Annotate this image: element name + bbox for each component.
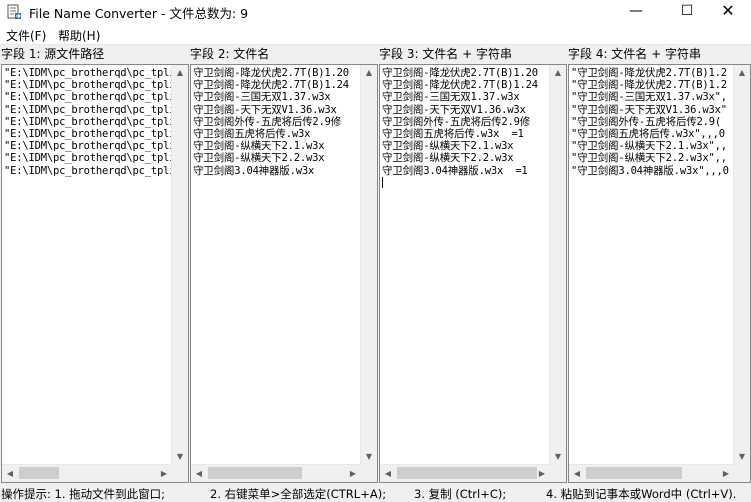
arrow-up-icon[interactable]: ▲ bbox=[550, 65, 566, 81]
menu-file[interactable]: 文件(F) bbox=[6, 27, 46, 44]
text-area[interactable]: 守卫剑阁-降龙伏虎2.7T(B)1.20 守卫剑阁-降龙伏虎2.7T(B)1.2… bbox=[382, 67, 550, 464]
text-area[interactable]: "E:\IDM\pc_brotherqd\pc_tpli "E:\IDM\pc_… bbox=[4, 67, 172, 464]
text-line: "E:\IDM\pc_brotherqd\pc_tpli bbox=[4, 164, 172, 177]
pane-source-path[interactable]: "E:\IDM\pc_brotherqd\pc_tpli "E:\IDM\pc_… bbox=[1, 64, 189, 483]
arrow-left-icon[interactable]: ◀ bbox=[380, 465, 396, 482]
text-line: 守卫剑阁-纵横天下2.2.w3x bbox=[193, 152, 325, 165]
scroll-thumb[interactable] bbox=[586, 467, 682, 479]
vertical-scrollbar[interactable]: ▲ ▼ bbox=[360, 65, 377, 465]
status-hint-3: 3. 复制 (Ctrl+C); bbox=[414, 487, 507, 501]
text-line: 守卫剑阁-纵横天下2.2.w3x bbox=[382, 152, 514, 165]
scroll-corner bbox=[361, 465, 377, 482]
text-line: 守卫剑阁-降龙伏虎2.7T(B)1.24 bbox=[382, 79, 538, 92]
scroll-thumb[interactable] bbox=[397, 467, 537, 479]
arrow-right-icon[interactable]: ▶ bbox=[156, 465, 172, 482]
text-line: "守卫剑阁-纵横天下2.2.w3x",, bbox=[571, 152, 727, 165]
column-header-1: 字段 1: 源文件路径 bbox=[1, 47, 105, 61]
arrow-up-icon[interactable]: ▲ bbox=[361, 65, 377, 81]
menu-help[interactable]: 帮助(H) bbox=[58, 27, 100, 44]
text-line: 守卫剑阁-三国无双1.37.w3x bbox=[382, 91, 520, 104]
pane-file-name-with-string[interactable]: 守卫剑阁-降龙伏虎2.7T(B)1.20 守卫剑阁-降龙伏虎2.7T(B)1.2… bbox=[379, 64, 567, 483]
arrow-down-icon[interactable]: ▼ bbox=[361, 449, 377, 465]
text-line: "守卫剑阁-纵横天下2.1.w3x",, bbox=[571, 140, 727, 153]
scroll-thumb[interactable] bbox=[208, 467, 302, 479]
text-line: "E:\IDM\pc_brotherqd\pc_tpli bbox=[4, 152, 172, 165]
text-line: 守卫剑阁3.04神器版.w3x bbox=[193, 164, 315, 177]
text-line: "E:\IDM\pc_brotherqd\pc_tpli bbox=[4, 128, 172, 141]
text-line: 守卫剑阁-降龙伏虎2.7T(B)1.20 bbox=[382, 67, 538, 79]
text-line: "E:\IDM\pc_brotherqd\pc_tpli bbox=[4, 115, 172, 128]
text-line: "守卫剑阁-三国无双1.37.w3x", bbox=[571, 91, 727, 104]
scroll-corner bbox=[550, 465, 566, 482]
maximize-button[interactable]: ☐ bbox=[664, 0, 710, 24]
vertical-scrollbar[interactable]: ▲ ▼ bbox=[549, 65, 566, 465]
text-line: 守卫剑阁-降龙伏虎2.7T(B)1.20 bbox=[193, 67, 349, 79]
window-title: File Name Converter - 文件总数为: 9 bbox=[29, 6, 249, 21]
scroll-thumb[interactable] bbox=[19, 467, 59, 479]
text-line: 守卫剑阁五虎将后传.w3x =1 bbox=[382, 128, 524, 141]
scroll-corner bbox=[734, 465, 750, 482]
text-line: 守卫剑阁-天下无双V1.36.w3x bbox=[193, 103, 337, 116]
text-line: "E:\IDM\pc_brotherqd\pc_tpli bbox=[4, 140, 172, 153]
arrow-up-icon[interactable]: ▲ bbox=[172, 65, 188, 81]
status-bar: 操作提示: 1. 拖动文件到此窗口; 2. 右键菜单>全部选定(CTRL+A);… bbox=[0, 485, 751, 501]
text-line: 守卫剑阁-三国无双1.37.w3x bbox=[193, 91, 331, 104]
title-bar: File Name Converter - 文件总数为: 9 — ☐ ✕ bbox=[0, 0, 751, 24]
text-line: 守卫剑阁-降龙伏虎2.7T(B)1.24 bbox=[193, 79, 349, 92]
text-line: 守卫剑阁-纵横天下2.1.w3x bbox=[382, 140, 514, 153]
text-line: "守卫剑阁3.04神器版.w3x",,,0 bbox=[571, 164, 729, 177]
text-line: "守卫剑阁外传-五虎将后传2.9( bbox=[571, 115, 722, 128]
text-line: "E:\IDM\pc_brotherqd\pc_tpli bbox=[4, 79, 172, 92]
pane-formatted-output[interactable]: "守卫剑阁-降龙伏虎2.7T(B)1.2 "守卫剑阁-降龙伏虎2.7T(B)1.… bbox=[568, 64, 751, 483]
arrow-left-icon[interactable]: ◀ bbox=[191, 465, 207, 482]
minimize-button[interactable]: — bbox=[613, 0, 659, 24]
horizontal-scrollbar[interactable]: ◀ ▶ bbox=[380, 464, 550, 482]
arrow-down-icon[interactable]: ▼ bbox=[550, 449, 566, 465]
text-line: 守卫剑阁3.04神器版.w3x =1 bbox=[382, 164, 528, 177]
text-line: "守卫剑阁-降龙伏虎2.7T(B)1.2 bbox=[571, 79, 727, 92]
horizontal-scrollbar[interactable]: ◀ ▶ bbox=[2, 464, 172, 482]
close-button[interactable]: ✕ bbox=[705, 0, 751, 24]
arrow-right-icon[interactable]: ▶ bbox=[534, 465, 550, 482]
arrow-right-icon[interactable]: ▶ bbox=[718, 465, 734, 482]
text-line: "E:\IDM\pc_brotherqd\pc_tpli bbox=[4, 103, 172, 116]
text-line: "守卫剑阁-天下无双V1.36.w3x" bbox=[571, 103, 727, 116]
text-line: 守卫剑阁外传-五虎将后传2.9修 bbox=[382, 115, 531, 128]
menu-bar: 文件(F) 帮助(H) bbox=[0, 24, 751, 45]
arrow-up-icon[interactable]: ▲ bbox=[734, 65, 750, 81]
text-line: "守卫剑阁-降龙伏虎2.7T(B)1.2 bbox=[571, 67, 727, 79]
status-hint-4: 4. 粘贴到记事本或Word中 (Ctrl+V). bbox=[546, 487, 737, 501]
horizontal-scrollbar[interactable]: ◀ ▶ bbox=[569, 464, 734, 482]
column-header-3: 字段 3: 文件名 + 字符串 bbox=[379, 47, 512, 61]
text-line: 守卫剑阁外传-五虎将后传2.9修 bbox=[193, 115, 342, 128]
text-line bbox=[382, 177, 550, 189]
status-hint-1: 操作提示: 1. 拖动文件到此窗口; bbox=[1, 487, 166, 501]
arrow-right-icon[interactable]: ▶ bbox=[345, 465, 361, 482]
pane-file-name[interactable]: 守卫剑阁-降龙伏虎2.7T(B)1.20 守卫剑阁-降龙伏虎2.7T(B)1.2… bbox=[190, 64, 378, 483]
text-caret bbox=[382, 177, 383, 189]
scroll-corner bbox=[172, 465, 188, 482]
arrow-left-icon[interactable]: ◀ bbox=[2, 465, 18, 482]
text-line: "E:\IDM\pc_brotherqd\pc_tpli bbox=[4, 91, 172, 104]
text-line: 守卫剑阁五虎将后传.w3x bbox=[193, 128, 311, 141]
arrow-down-icon[interactable]: ▼ bbox=[172, 449, 188, 465]
arrow-left-icon[interactable]: ◀ bbox=[569, 465, 585, 482]
text-line: 守卫剑阁-纵横天下2.1.w3x bbox=[193, 140, 325, 153]
horizontal-scrollbar[interactable]: ◀ ▶ bbox=[191, 464, 361, 482]
text-line: "E:\IDM\pc_brotherqd\pc_tpli bbox=[4, 67, 172, 79]
text-area[interactable]: "守卫剑阁-降龙伏虎2.7T(B)1.2 "守卫剑阁-降龙伏虎2.7T(B)1.… bbox=[571, 67, 734, 464]
column-header-2: 字段 2: 文件名 bbox=[190, 47, 270, 61]
text-line: 守卫剑阁-天下无双V1.36.w3x bbox=[382, 103, 526, 116]
status-hint-2: 2. 右键菜单>全部选定(CTRL+A); bbox=[210, 487, 387, 501]
arrow-down-icon[interactable]: ▼ bbox=[734, 449, 750, 465]
vertical-scrollbar[interactable]: ▲ ▼ bbox=[171, 65, 188, 465]
vertical-scrollbar[interactable]: ▲ ▼ bbox=[733, 65, 750, 465]
app-icon bbox=[7, 4, 21, 19]
text-line: "守卫剑阁五虎将后传.w3x",,,0 bbox=[571, 128, 725, 141]
text-area[interactable]: 守卫剑阁-降龙伏虎2.7T(B)1.20 守卫剑阁-降龙伏虎2.7T(B)1.2… bbox=[193, 67, 361, 464]
column-header-4: 字段 4: 文件名 + 字符串 bbox=[568, 47, 701, 61]
